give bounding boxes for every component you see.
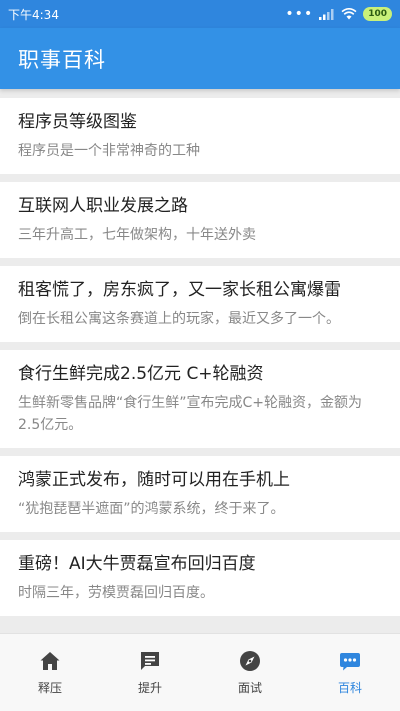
nav-item-interview[interactable]: 面试 xyxy=(200,634,300,711)
article-summary: 倒在长租公寓这条赛道上的玩家，最近又多了一个。 xyxy=(18,311,340,327)
home-icon xyxy=(40,652,60,670)
list-item[interactable]: 程序员等级图鉴 程序员是一个非常神奇的工种 xyxy=(0,98,400,174)
list-item[interactable]: 鸿蒙正式发布，随时可以用在手机上 “犹抱琵琶半遮面”的鸿蒙系统，终于来了。 xyxy=(0,456,400,532)
article-title: 程序员等级图鉴 xyxy=(18,112,137,132)
list-item[interactable]: 租客慌了，房东疯了，又一家长租公寓爆雷 倒在长租公寓这条赛道上的玩家，最近又多了… xyxy=(0,266,400,342)
status-time: 下午4:34 xyxy=(8,7,59,22)
nav-label: 面试 xyxy=(237,681,262,695)
article-title: 互联网人职业发展之路 xyxy=(18,196,188,216)
nav-label: 释压 xyxy=(37,681,62,695)
nav-label: 百科 xyxy=(337,681,362,695)
battery-icon: 100 xyxy=(363,7,392,21)
status-icons: ••• 100 xyxy=(285,7,392,21)
status-bar: 下午4:34 ••• 100 xyxy=(0,0,400,28)
wifi-icon xyxy=(341,8,357,20)
article-summary: “犹抱琵琶半遮面”的鸿蒙系统，终于来了。 xyxy=(18,501,285,517)
app-bar: 职事百科 xyxy=(0,28,400,89)
bottom-navigation: 释压 提升 面试 百科 xyxy=(0,633,400,711)
article-summary: 程序员是一个非常神奇的工种 xyxy=(18,143,200,159)
nav-item-wiki[interactable]: 百科 xyxy=(300,634,400,711)
article-title: 食行生鲜完成2.5亿元 C+轮融资 xyxy=(18,364,264,384)
nav-item-relax[interactable]: 释压 xyxy=(0,634,100,711)
page-title: 职事百科 xyxy=(18,47,106,72)
article-title: 重磅！AI大牛贾磊宣布回归百度 xyxy=(18,554,256,574)
article-list[interactable]: 程序员等级图鉴 程序员是一个非常神奇的工种 互联网人职业发展之路 三年升高工，七… xyxy=(0,98,400,633)
list-item[interactable]: 食行生鲜完成2.5亿元 C+轮融资 生鲜新零售品牌“食行生鲜”宣布完成C+轮融资… xyxy=(0,350,400,448)
article-summary: 三年升高工，七年做架构，十年送外卖 xyxy=(18,227,256,243)
article-title: 鸿蒙正式发布，随时可以用在手机上 xyxy=(18,470,290,490)
signal-dots-icon: ••• xyxy=(285,6,314,22)
article-summary: 时隔三年，劳模贾磊回归百度。 xyxy=(18,585,214,601)
article-title: 租客慌了，房东疯了，又一家长租公寓爆雷 xyxy=(18,280,341,300)
nav-label: 提升 xyxy=(137,681,162,695)
compass-icon xyxy=(240,651,260,671)
chat-icon xyxy=(141,652,159,670)
list-item[interactable]: 互联网人职业发展之路 三年升高工，七年做架构，十年送外卖 xyxy=(0,182,400,258)
nav-item-improve[interactable]: 提升 xyxy=(100,634,200,711)
cellular-signal-icon xyxy=(319,9,334,20)
more-bubble-icon xyxy=(340,653,360,671)
article-summary: 生鲜新零售品牌“食行生鲜”宣布完成C+轮融资，金额为2.5亿元。 xyxy=(18,395,363,433)
list-item[interactable]: 重磅！AI大牛贾磊宣布回归百度 时隔三年，劳模贾磊回归百度。 xyxy=(0,540,400,616)
